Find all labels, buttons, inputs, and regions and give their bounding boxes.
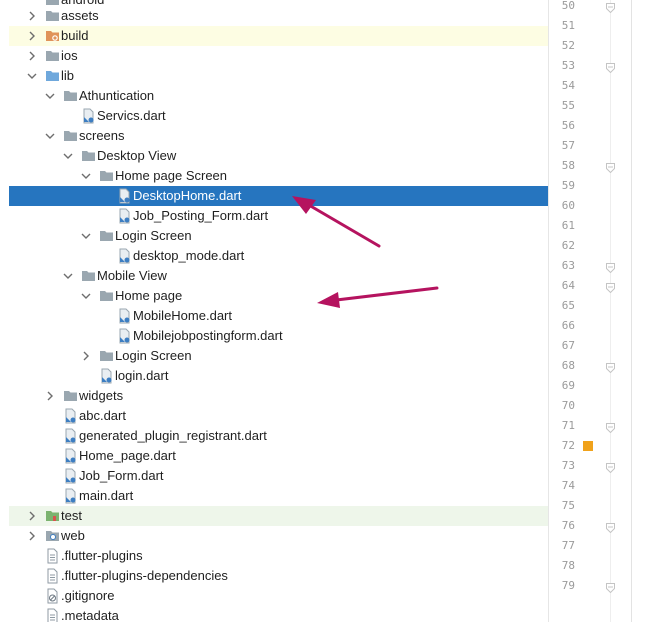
arrow-to-desktophome (300, 199, 381, 248)
annotation-arrows (292, 196, 439, 308)
arrow-head-desktophome (292, 196, 316, 214)
arrow-head-home-page (317, 292, 340, 308)
arrow-to-home-page (326, 286, 439, 303)
